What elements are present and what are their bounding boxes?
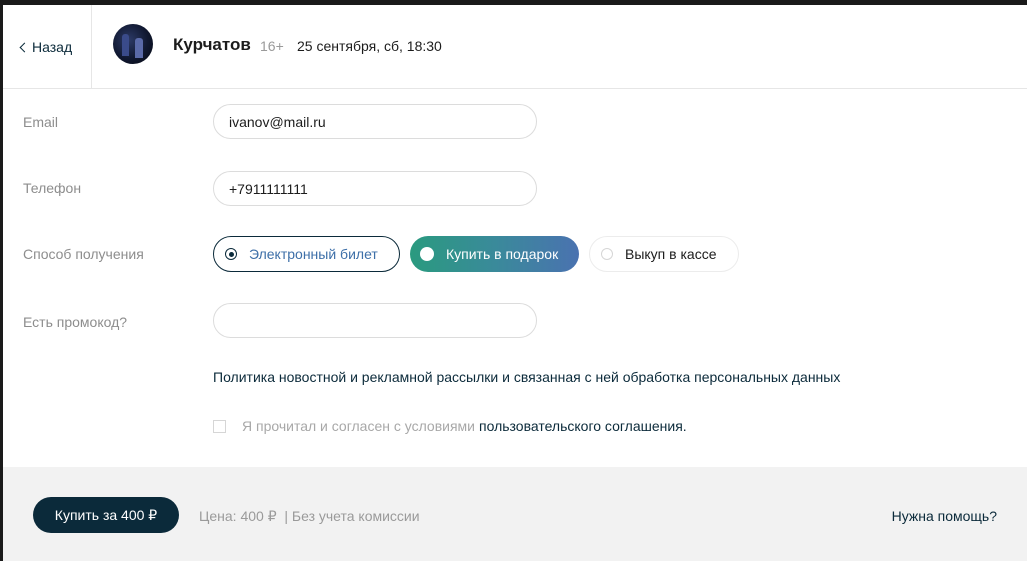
chevron-left-icon <box>19 42 30 52</box>
email-label: Email <box>23 114 59 130</box>
event-avatar <box>113 24 153 64</box>
promo-label: Есть промокод? <box>23 314 128 330</box>
phone-field[interactable] <box>213 171 537 206</box>
event-datetime: 25 сентября, сб, 18:30 <box>297 38 442 54</box>
email-field[interactable] <box>213 104 537 139</box>
delivery-option-eticket[interactable]: Электронный билет <box>213 236 400 272</box>
buy-button[interactable]: Купить за 400 ₽ <box>33 497 179 533</box>
agreement-row: Я прочитал и согласен с условиями пользо… <box>213 418 687 434</box>
back-button[interactable]: Назад <box>3 5 92 88</box>
promo-field[interactable] <box>213 303 537 338</box>
back-label: Назад <box>32 38 73 55</box>
agreement-link[interactable]: пользовательского соглашения. <box>479 418 687 434</box>
delivery-option-gift[interactable]: Купить в подарок <box>410 236 579 272</box>
agreement-text: Я прочитал и согласен с условиями <box>242 418 476 434</box>
delivery-option-boxoffice[interactable]: Выкуп в кассе <box>589 236 739 272</box>
radio-icon <box>601 248 613 260</box>
radio-icon <box>420 247 434 261</box>
radio-selected-icon <box>225 248 237 260</box>
help-link[interactable]: Нужна помощь? <box>892 508 997 524</box>
order-form-page: Назад Курчатов 16+ 25 сентября, сб, 18:3… <box>3 5 1027 561</box>
delivery-option-label: Купить в подарок <box>446 246 559 262</box>
delivery-label: Способ получения <box>23 246 144 262</box>
agreement-checkbox[interactable] <box>213 419 226 433</box>
age-rating: 16+ <box>260 38 284 54</box>
price-info: Цена: 400 ₽ | Без учета комиссии <box>199 508 420 524</box>
policy-link[interactable]: Политика новостной и рекламной рассылки … <box>213 369 840 385</box>
event-header: Назад Курчатов 16+ 25 сентября, сб, 18:3… <box>3 5 1027 89</box>
event-title: Курчатов <box>173 35 251 54</box>
phone-label: Телефон <box>23 180 82 196</box>
checkout-footer: Купить за 400 ₽ Цена: 400 ₽ | Без учета … <box>3 467 1027 561</box>
delivery-option-label: Выкуп в кассе <box>625 246 717 262</box>
delivery-option-label: Электронный билет <box>249 246 378 262</box>
